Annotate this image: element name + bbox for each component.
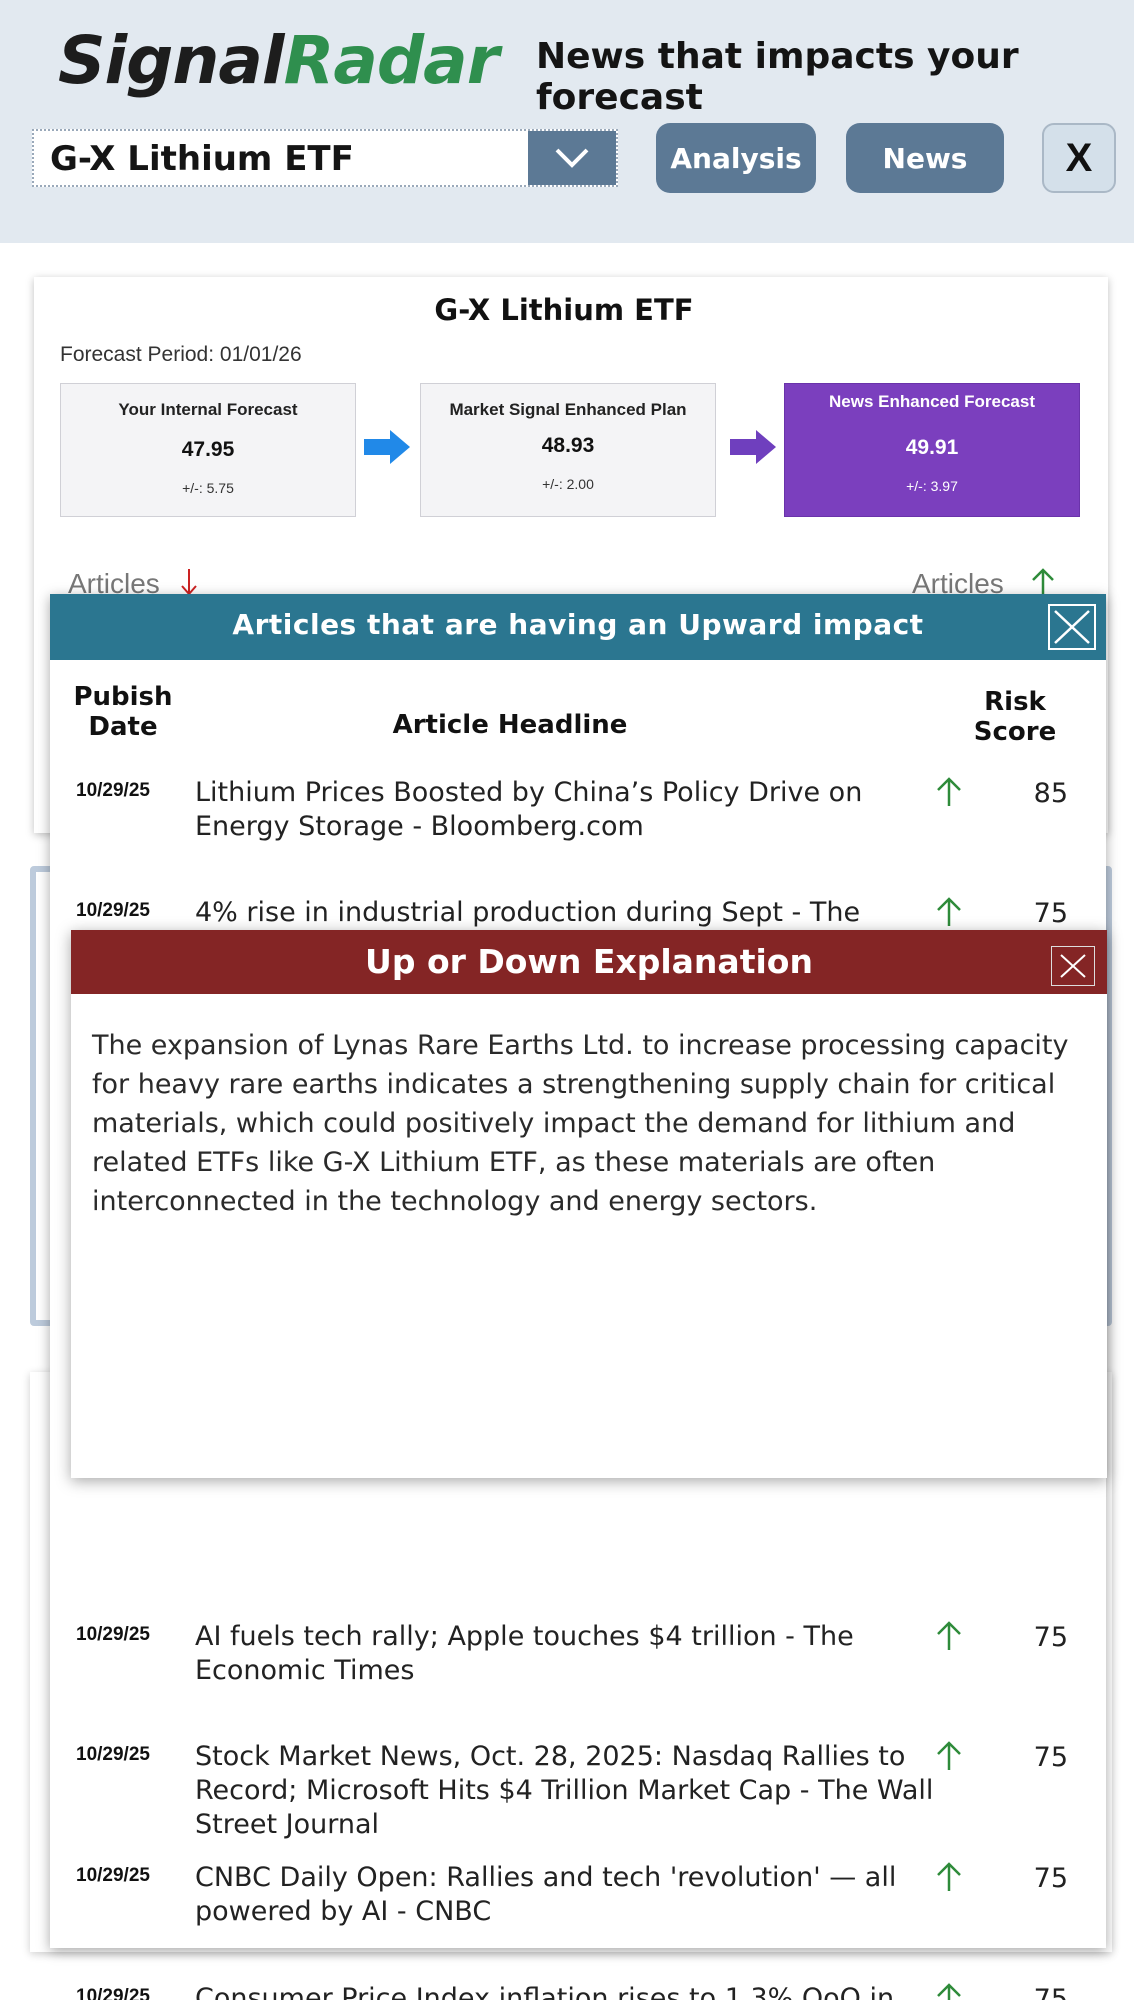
row-headline[interactable]: Stock Market News, Oct. 28, 2025: Nasdaq… xyxy=(195,1740,935,1842)
analysis-button[interactable]: Analysis xyxy=(656,123,816,193)
arrow-right-icon xyxy=(364,430,410,469)
row-score: 75 xyxy=(1033,1984,1068,2000)
row-headline[interactable]: CNBC Daily Open: Rallies and tech 'revol… xyxy=(195,1861,935,1929)
news-enhanced-label: News Enhanced Forecast xyxy=(829,392,1035,411)
logo-radar-text: Radar xyxy=(283,22,500,99)
row-score: 75 xyxy=(1033,1622,1068,1653)
explanation-text: The expansion of Lynas Rare Earths Ltd. … xyxy=(92,1030,1069,1217)
row-date: 10/29/25 xyxy=(76,1986,150,2000)
explanation-titlebar: Up or Down Explanation xyxy=(71,930,1107,994)
market-signal-range: +/-: 2.00 xyxy=(542,476,594,492)
internal-forecast-range: +/-: 5.75 xyxy=(182,480,234,496)
explanation-modal: Up or Down Explanation The expansion of … xyxy=(71,930,1107,1478)
close-icon[interactable] xyxy=(1051,946,1095,986)
explanation-title: Up or Down Explanation xyxy=(365,942,813,981)
app-header: SignalRadar News that impacts your forec… xyxy=(0,0,1134,243)
arrow-up-icon xyxy=(934,1740,964,1777)
row-date: 10/29/25 xyxy=(76,1865,150,1886)
row-score: 75 xyxy=(1033,1742,1068,1773)
row-date: 10/29/25 xyxy=(76,1624,150,1645)
arrow-up-icon xyxy=(934,776,964,813)
signalradar-logo: SignalRadar xyxy=(58,22,500,99)
news-button[interactable]: News xyxy=(846,123,1004,193)
arrow-right-icon xyxy=(730,430,776,469)
tagline: News that impacts your forecast xyxy=(536,36,1019,118)
col-header-headline: Article Headline xyxy=(392,710,628,740)
row-headline[interactable]: Consumer Price Index inflation rises to … xyxy=(195,1982,935,2000)
market-signal-value: 48.93 xyxy=(541,434,595,457)
forecast-period: Forecast Period: 01/01/26 xyxy=(60,343,302,366)
internal-forecast-label: Your Internal Forecast xyxy=(118,400,298,419)
arrow-up-icon xyxy=(934,1861,964,1898)
logo-signal-text: Signal xyxy=(58,22,285,99)
upward-modal-title: Articles that are having an Upward impac… xyxy=(232,608,924,641)
row-date: 10/29/25 xyxy=(76,900,150,921)
row-score: 75 xyxy=(1033,898,1068,929)
row-headline[interactable]: AI fuels tech rally; Apple touches $4 tr… xyxy=(195,1620,935,1688)
chevron-down-icon[interactable] xyxy=(528,131,616,185)
arrow-up-icon xyxy=(934,1982,964,2000)
col-header-score: Risk Score xyxy=(973,687,1057,747)
col-header-date: Pubish Date xyxy=(73,682,173,742)
fund-select[interactable]: G-X Lithium ETF xyxy=(32,129,618,187)
row-score: 75 xyxy=(1033,1863,1068,1894)
internal-forecast-box: Your Internal Forecast 47.95 +/-: 5.75 xyxy=(60,383,356,517)
card-title: G-X Lithium ETF xyxy=(434,293,694,327)
row-date: 10/29/25 xyxy=(76,780,150,801)
internal-forecast-value: 47.95 xyxy=(181,438,235,461)
market-signal-box: Market Signal Enhanced Plan 48.93 +/-: 2… xyxy=(420,383,716,517)
close-icon[interactable] xyxy=(1048,604,1096,650)
market-signal-label: Market Signal Enhanced Plan xyxy=(449,400,687,419)
news-enhanced-range: +/-: 3.97 xyxy=(906,478,958,494)
arrow-up-icon xyxy=(934,1620,964,1657)
row-date: 10/29/25 xyxy=(76,1744,150,1765)
upward-modal-titlebar: Articles that are having an Upward impac… xyxy=(50,594,1106,660)
close-app-button[interactable]: X xyxy=(1042,123,1116,193)
news-enhanced-value: 49.91 xyxy=(905,436,959,459)
news-enhanced-box: News Enhanced Forecast 49.91 +/-: 3.97 xyxy=(784,383,1080,517)
arrow-up-icon xyxy=(934,896,964,933)
row-score: 85 xyxy=(1033,778,1068,809)
row-headline[interactable]: Lithium Prices Boosted by China’s Policy… xyxy=(195,776,935,844)
fund-select-value[interactable]: G-X Lithium ETF xyxy=(34,131,528,185)
